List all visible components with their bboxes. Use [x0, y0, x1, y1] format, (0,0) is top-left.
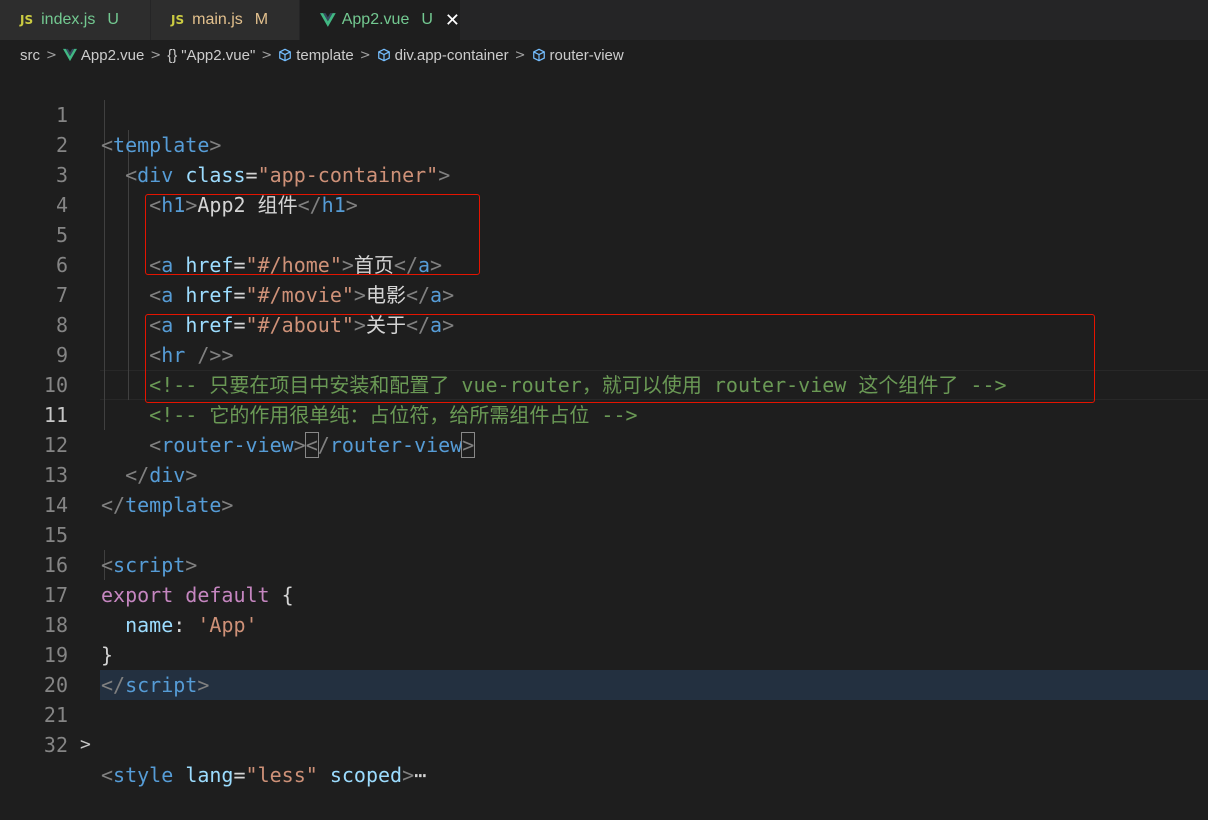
tab-label: index.js	[41, 11, 96, 28]
code-line: 1 <template>	[55, 103, 222, 157]
symbol-element-icon	[377, 48, 390, 62]
chevron-right-icon: >	[514, 47, 526, 63]
folded-ellipsis-icon: ⋯	[414, 763, 427, 787]
vue-file-icon	[62, 48, 77, 62]
code-line: 12 </div>	[43, 433, 198, 487]
code-line: 17 name: 'App'	[43, 583, 258, 637]
code-line: 2 <div class="app-container">	[55, 133, 451, 187]
code-line: 18 }	[43, 613, 114, 667]
symbol-element-icon	[279, 48, 292, 62]
js-file-icon: JS	[171, 13, 185, 27]
code-line: 14	[43, 493, 68, 517]
code-line: 4	[55, 193, 68, 217]
code-line: 13 </template>	[43, 463, 234, 517]
symbol-element-icon	[532, 48, 545, 62]
fold-chevron-right-icon[interactable]: >	[80, 730, 91, 760]
tab-index-js[interactable]: JS index.js U	[0, 0, 150, 40]
code-editor[interactable]: 1 <template> 2 <div class="app-container…	[0, 70, 1208, 787]
code-line: 15 <script>	[43, 523, 198, 577]
js-file-icon: JS	[20, 13, 34, 27]
breadcrumb-router-view[interactable]: router-view	[532, 47, 624, 64]
close-icon[interactable]: ✕	[445, 10, 460, 31]
breadcrumb-file[interactable]: App2.vue	[62, 47, 144, 64]
tab-bar: JS index.js U JS main.js M App2.vue U ✕	[0, 0, 1208, 40]
breadcrumb: src > App2.vue > {} "App2.vue" > templat…	[0, 40, 1208, 70]
code-line: 8 <hr />>	[55, 313, 234, 367]
tab-label: main.js	[192, 11, 243, 28]
breadcrumb-template[interactable]: template	[278, 47, 354, 64]
code-line: 19 </script>	[43, 643, 210, 697]
tab-main-js[interactable]: JS main.js M	[151, 0, 299, 40]
chevron-right-icon: >	[359, 47, 371, 63]
code-line-folded: 21 > <style lang="less" scoped>⋯	[43, 703, 427, 787]
breadcrumb-src[interactable]: src	[20, 47, 40, 64]
chevron-right-icon: >	[150, 47, 162, 63]
tab-label: App2.vue	[341, 11, 410, 28]
code-line: 32	[43, 733, 68, 757]
vue-file-icon	[320, 13, 336, 27]
git-status-badge: M	[254, 11, 269, 28]
breadcrumb-div[interactable]: div.app-container	[377, 47, 509, 64]
chevron-right-icon: >	[46, 47, 57, 63]
tab-app2-vue[interactable]: App2.vue U ✕	[300, 0, 460, 40]
annotation-box-links	[145, 194, 480, 275]
braces-icon: {}	[167, 46, 178, 64]
code-line: 16 export default {	[43, 553, 294, 607]
chevron-right-icon: >	[261, 47, 273, 63]
code-line: 20	[43, 673, 68, 697]
code-line: 3 <h1>App2 组件</h1>	[55, 163, 358, 217]
annotation-box-router-view	[145, 314, 1095, 403]
breadcrumb-module[interactable]: {} "App2.vue"	[167, 47, 255, 64]
git-status-badge: U	[421, 11, 433, 28]
git-status-badge: U	[107, 11, 119, 28]
